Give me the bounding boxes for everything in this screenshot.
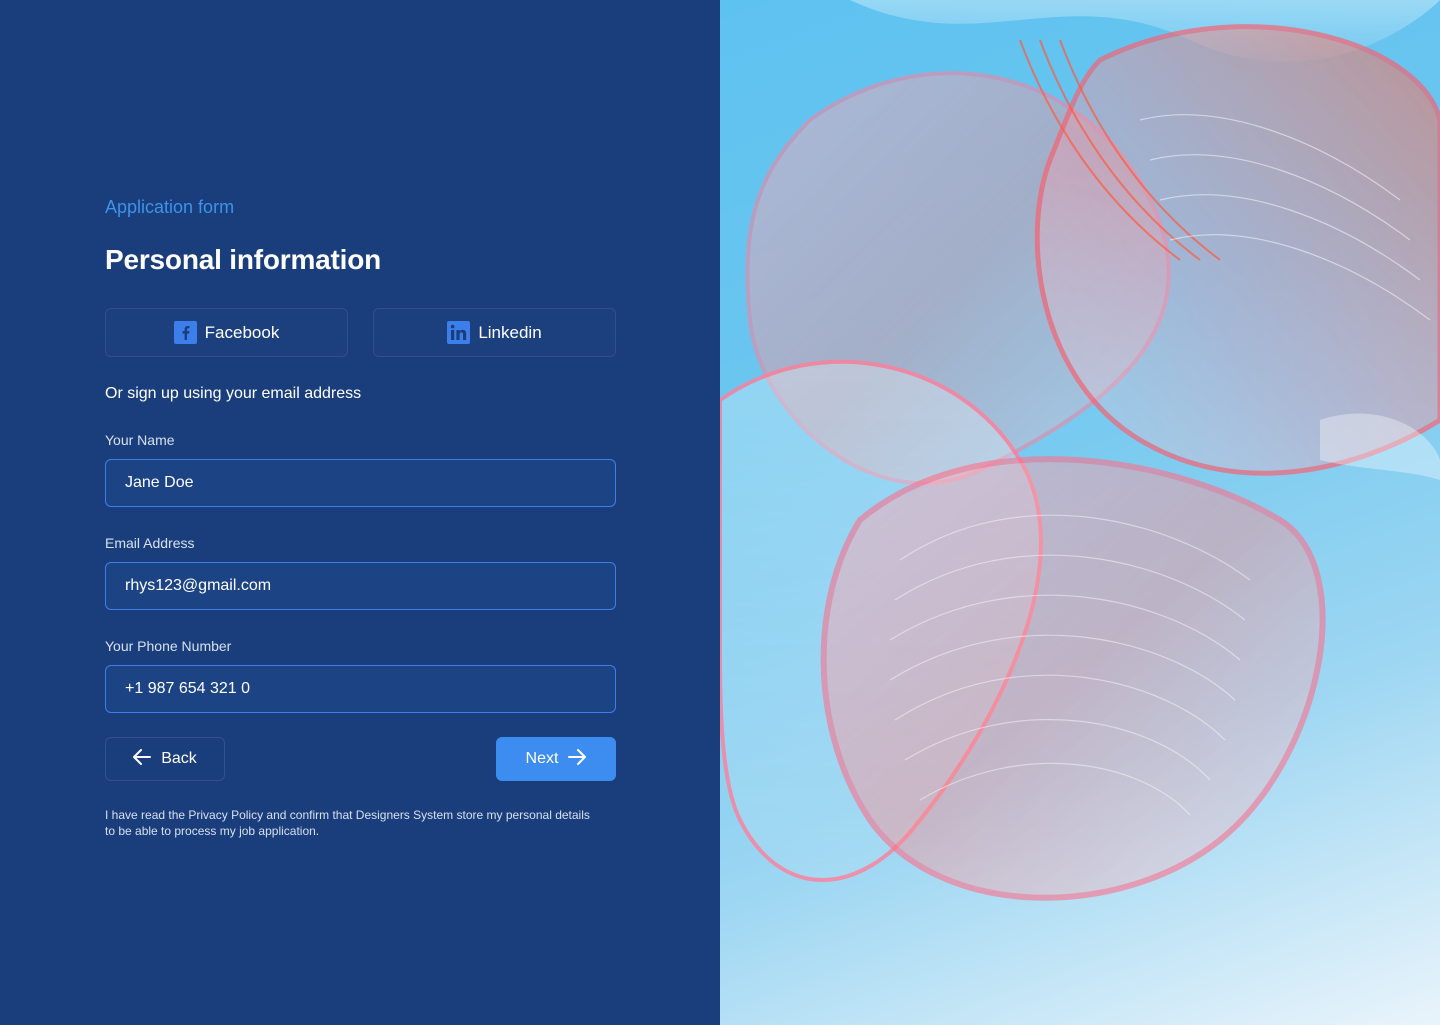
- linkedin-label: Linkedin: [478, 322, 542, 342]
- facebook-icon: [173, 321, 197, 344]
- form-eyebrow: Application form: [105, 197, 235, 217]
- email-label: Email Address: [105, 535, 195, 551]
- privacy-consent-text: I have read the Privacy Policy and confi…: [105, 808, 590, 838]
- facebook-button[interactable]: Facebook: [105, 308, 348, 357]
- back-button[interactable]: Back: [105, 737, 225, 781]
- back-label: Back: [161, 750, 197, 767]
- arrow-left-icon: [133, 748, 152, 770]
- application-form: Application form Personal information Fa…: [105, 196, 616, 839]
- next-label: Next: [525, 750, 559, 767]
- email-input[interactable]: rhys123@gmail.com: [105, 562, 616, 610]
- name-input[interactable]: Jane Doe: [105, 459, 616, 507]
- phone-input[interactable]: +1 987 654 321 0: [105, 665, 616, 713]
- form-actions: Back Next: [105, 737, 616, 781]
- abstract-glass-ribbons-illustration: [720, 0, 1440, 901]
- phone-label: Your Phone Number: [105, 638, 232, 654]
- hero-image: [720, 0, 1440, 1025]
- page-title: Personal information: [105, 244, 382, 275]
- social-signup-row: Facebook Linkedin: [105, 308, 616, 357]
- arrow-right-icon: [568, 748, 587, 770]
- name-label: Your Name: [105, 432, 175, 448]
- next-button[interactable]: Next: [496, 737, 616, 781]
- form-panel: Application form Personal information Fa…: [0, 0, 720, 1025]
- linkedin-button[interactable]: Linkedin: [373, 308, 616, 357]
- email-signup-prompt: Or sign up using your email address: [105, 385, 362, 402]
- linkedin-icon: [447, 321, 471, 344]
- facebook-label: Facebook: [204, 322, 280, 342]
